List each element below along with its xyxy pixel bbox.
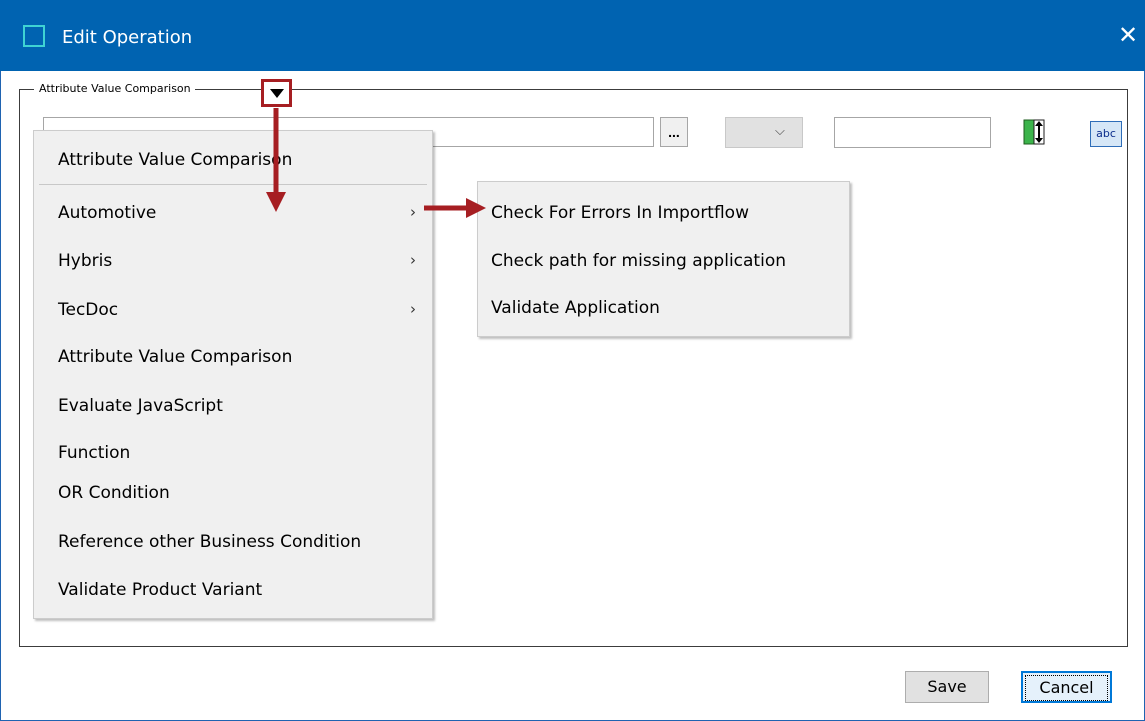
menu-item-automotive[interactable]: Automotive	[34, 203, 434, 223]
menu-item-reference-business-condition[interactable]: Reference other Business Condition	[34, 532, 434, 552]
close-icon[interactable]: ✕	[1111, 18, 1145, 52]
condition-type-menu: Attribute Value Comparison Automotive › …	[33, 130, 433, 619]
menu-item-function[interactable]: Function	[34, 443, 434, 463]
menu-separator	[39, 184, 427, 185]
title-bar: Edit Operation ✕	[0, 0, 1145, 71]
resize-height-icon[interactable]	[1022, 118, 1054, 146]
automotive-submenu: Check For Errors In Importflow Check pat…	[477, 181, 850, 337]
triangle-down-icon	[270, 89, 284, 98]
menu-item-hybris[interactable]: Hybris	[34, 251, 434, 271]
browse-button[interactable]: ...	[660, 117, 688, 147]
window-icon	[23, 25, 45, 47]
menu-item-attribute-value-comparison[interactable]: Attribute Value Comparison	[34, 347, 434, 367]
menu-item-or-condition[interactable]: OR Condition	[34, 483, 434, 503]
submenu-arrow-icon: ›	[410, 203, 416, 221]
menu-item-attribute-value-comparison-header[interactable]: Attribute Value Comparison	[34, 150, 434, 170]
menu-item-validate-product-variant[interactable]: Validate Product Variant	[34, 580, 434, 600]
save-button[interactable]: Save	[905, 671, 989, 703]
submenu-arrow-icon: ›	[410, 251, 416, 269]
menu-item-tecdoc[interactable]: TecDoc	[34, 300, 434, 320]
menu-item-validate-application[interactable]: Validate Application	[478, 298, 851, 318]
submenu-arrow-icon: ›	[410, 300, 416, 318]
chevron-down-icon: ⌵	[775, 124, 785, 139]
operator-combo[interactable]: ⌵	[725, 117, 803, 148]
menu-item-evaluate-javascript[interactable]: Evaluate JavaScript	[34, 396, 434, 416]
text-mode-icon[interactable]: abc	[1090, 121, 1122, 147]
group-legend: Attribute Value Comparison	[34, 81, 195, 99]
menu-item-check-path-missing-application[interactable]: Check path for missing application	[478, 251, 851, 271]
cancel-button-label: Cancel	[1025, 675, 1108, 701]
condition-type-dropdown-button[interactable]	[261, 79, 292, 107]
cancel-button[interactable]: Cancel	[1021, 671, 1112, 703]
window-title: Edit Operation	[62, 27, 193, 48]
value-input[interactable]	[834, 117, 991, 148]
menu-item-check-errors-importflow[interactable]: Check For Errors In Importflow	[478, 203, 851, 223]
